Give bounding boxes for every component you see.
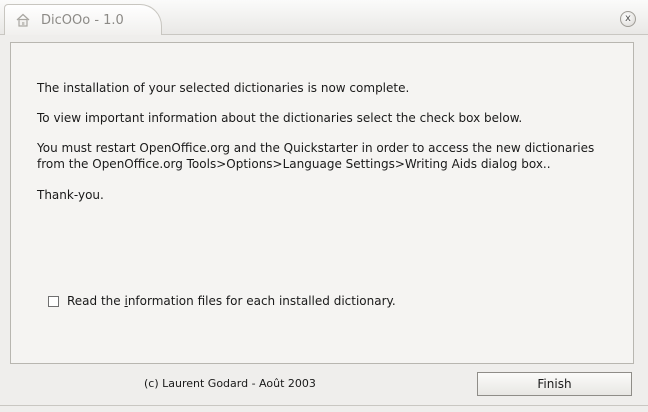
checkbox-icon[interactable] xyxy=(48,295,59,307)
finish-button[interactable]: Finish xyxy=(477,372,632,396)
label-part-after: nformation files for each installed dict… xyxy=(127,294,396,308)
read-info-checkbox-row[interactable]: Read the information files for each inst… xyxy=(48,293,396,309)
copyright-credit: (c) Laurent Godard - Août 2003 xyxy=(144,377,316,390)
restart-message-line2: from the OpenOffice.org Tools>Options>La… xyxy=(37,157,551,171)
window-tab[interactable]: DicOOo - 1.0 xyxy=(4,4,162,35)
window-title: DicOOo - 1.0 xyxy=(41,13,124,28)
info-message: To view important information about the … xyxy=(37,111,523,125)
close-icon[interactable]: x xyxy=(620,11,636,27)
title-bar: DicOOo - 1.0 x xyxy=(0,0,648,35)
label-part-before: Read the xyxy=(67,294,125,308)
thank-you-message: Thank-you. xyxy=(37,188,104,202)
house-icon xyxy=(15,12,31,28)
window-bottom-border xyxy=(0,405,648,406)
dicooo-dialog: DicOOo - 1.0 x The installation of your … xyxy=(0,0,648,412)
restart-message-line1: You must restart OpenOffice.org and the … xyxy=(37,141,595,155)
completion-message: The installation of your selected dictio… xyxy=(37,81,410,95)
read-info-checkbox-label[interactable]: Read the information files for each inst… xyxy=(67,294,396,308)
